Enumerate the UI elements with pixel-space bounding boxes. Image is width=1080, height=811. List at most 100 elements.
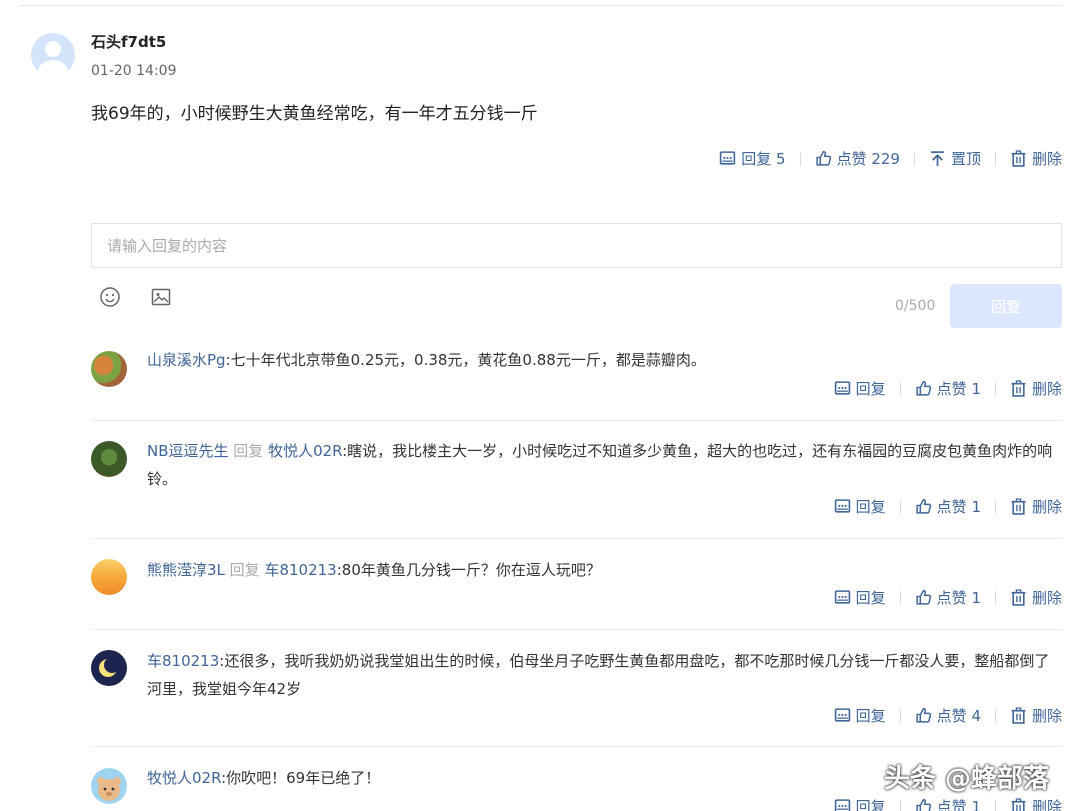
- reply-username[interactable]: 牧悦人02R: [147, 769, 221, 787]
- like-label: 点赞 1: [936, 380, 981, 398]
- reply-content: :七十年代北京带鱼0.25元，0.38元，黄花鱼0.88元一斤，都是蒜瓣肉。: [225, 351, 706, 369]
- avatar[interactable]: [91, 559, 127, 595]
- avatar[interactable]: [91, 441, 127, 477]
- comment-icon: [834, 590, 850, 604]
- comment-content: 我69年的，小时候野生大黄鱼经常吃，有一年才五分钱一斤: [91, 104, 538, 124]
- reply-username[interactable]: 山泉溪水Pg: [147, 351, 226, 369]
- reply-username[interactable]: NB逗逗先生: [147, 442, 229, 460]
- top-divider: [20, 5, 1062, 6]
- like-button[interactable]: 点赞 229: [815, 148, 900, 169]
- thumbs-up-icon: [815, 150, 831, 166]
- thumbs-up-icon: [916, 498, 931, 514]
- divider: [91, 629, 1062, 630]
- reply-text: 熊熊滢淳3L 回复 车810213:80年黄鱼几分钱一斤？你在逗人玩吧？: [147, 556, 1062, 584]
- pin-label: 置顶: [950, 150, 981, 168]
- reply-username[interactable]: 熊熊滢淳3L: [147, 561, 225, 579]
- divider: [91, 746, 1062, 747]
- avatar[interactable]: [91, 650, 127, 686]
- delete-label: 删除: [1031, 707, 1062, 725]
- pin-button[interactable]: 置顶: [929, 148, 981, 169]
- reply-label: 回复: [855, 498, 886, 516]
- trash-icon: [1011, 589, 1026, 606]
- comment-actions: 回复 5 点赞 229 置顶 删除: [719, 148, 1062, 169]
- reply-button[interactable]: 回复: [834, 496, 886, 517]
- reply-label: 回复 5: [741, 150, 786, 168]
- like-button[interactable]: 点赞 1: [915, 496, 981, 517]
- delete-button[interactable]: 删除: [1010, 496, 1062, 517]
- emoji-icon[interactable]: [98, 285, 122, 309]
- submit-reply-button[interactable]: 回复: [950, 284, 1062, 328]
- thumbs-up-icon: [916, 707, 931, 723]
- like-label: 点赞 1: [936, 589, 981, 607]
- reply-button[interactable]: 回复: [834, 587, 886, 608]
- avatar[interactable]: [91, 351, 127, 387]
- comment-icon: [834, 381, 850, 395]
- thumbs-up-icon: [916, 380, 931, 396]
- reply-content: :80年黄鱼几分钱一斤？你在逗人玩吧？: [336, 561, 601, 579]
- comment-username[interactable]: 石头f7dt5: [91, 31, 166, 52]
- reply-actions: 回复 点赞 1 删除: [834, 378, 1062, 399]
- reply-label: 回复: [855, 798, 886, 811]
- trash-icon: [1011, 798, 1026, 811]
- trash-icon: [1011, 380, 1026, 397]
- thumbs-up-icon: [916, 589, 931, 605]
- delete-button[interactable]: 删除: [1010, 148, 1062, 169]
- like-label: 点赞 229: [836, 150, 900, 168]
- reply-label: 回复: [855, 380, 886, 398]
- reply-label: 回复: [855, 707, 886, 725]
- reply-text: 山泉溪水Pg:七十年代北京带鱼0.25元，0.38元，黄花鱼0.88元一斤，都是…: [147, 346, 1062, 374]
- reply-to-username[interactable]: 牧悦人02R: [268, 442, 342, 460]
- cartoon-animal-icon: [97, 777, 121, 801]
- delete-button[interactable]: 删除: [1010, 796, 1062, 811]
- reply-content: :还很多，我听我奶奶说我堂姐出生的时候，伯母坐月子吃野生黄鱼都用盘吃，都不吃那时…: [147, 652, 1050, 698]
- comment-icon: [834, 708, 850, 722]
- delete-button[interactable]: 删除: [1010, 378, 1062, 399]
- avatar[interactable]: [31, 33, 75, 77]
- image-icon[interactable]: [149, 285, 173, 309]
- comment-icon: [834, 499, 850, 513]
- reply-button[interactable]: 回复: [834, 378, 886, 399]
- like-button[interactable]: 点赞 1: [915, 796, 981, 811]
- char-count: 0/500: [895, 298, 936, 314]
- like-label: 点赞 1: [936, 798, 981, 811]
- trash-icon: [1011, 707, 1026, 724]
- reply-button[interactable]: 回复 5: [719, 148, 786, 169]
- avatar[interactable]: [91, 768, 127, 804]
- delete-button[interactable]: 删除: [1010, 705, 1062, 726]
- moon-icon: [99, 657, 120, 677]
- reply-to-username[interactable]: 车810213: [264, 561, 336, 579]
- delete-label: 删除: [1031, 798, 1062, 811]
- delete-label: 删除: [1031, 380, 1062, 398]
- reply-actions: 回复 点赞 1 删除: [834, 587, 1062, 608]
- watermark: 头条 @蜂部落: [884, 764, 1050, 794]
- reply-actions: 回复 点赞 1 删除: [834, 796, 1062, 811]
- thumbs-up-icon: [916, 798, 931, 811]
- reply-label: 回复: [855, 589, 886, 607]
- reply-text: 车810213:还很多，我听我奶奶说我堂姐出生的时候，伯母坐月子吃野生黄鱼都用盘…: [147, 647, 1062, 703]
- like-button[interactable]: 点赞 1: [915, 587, 981, 608]
- reply-text: NB逗逗先生 回复 牧悦人02R:瞎说，我比楼主大一岁，小时候吃过不知道多少黄鱼…: [147, 437, 1062, 493]
- reply-username[interactable]: 车810213: [147, 652, 219, 670]
- comment-icon: [834, 799, 850, 811]
- reply-word: 回复: [228, 442, 269, 460]
- comment-time: 01-20 14:09: [91, 63, 177, 79]
- like-button[interactable]: 点赞 1: [915, 378, 981, 399]
- reply-button[interactable]: 回复: [834, 705, 886, 726]
- like-button[interactable]: 点赞 4: [915, 705, 981, 726]
- divider: [91, 420, 1062, 421]
- delete-label: 删除: [1031, 589, 1062, 607]
- delete-label: 删除: [1031, 150, 1062, 168]
- comment-icon: [720, 151, 736, 165]
- delete-label: 删除: [1031, 498, 1062, 516]
- reply-actions: 回复 点赞 4 删除: [834, 705, 1062, 726]
- like-label: 点赞 4: [936, 707, 981, 725]
- pin-top-icon: [931, 151, 944, 166]
- reply-content: :你吹吧！69年已绝了！: [221, 769, 381, 787]
- reply-button[interactable]: 回复: [834, 796, 886, 811]
- delete-button[interactable]: 删除: [1010, 587, 1062, 608]
- reply-input[interactable]: [91, 223, 1062, 268]
- trash-icon: [1011, 150, 1026, 167]
- trash-icon: [1011, 498, 1026, 515]
- reply-actions: 回复 点赞 1 删除: [834, 496, 1062, 517]
- like-label: 点赞 1: [936, 498, 981, 516]
